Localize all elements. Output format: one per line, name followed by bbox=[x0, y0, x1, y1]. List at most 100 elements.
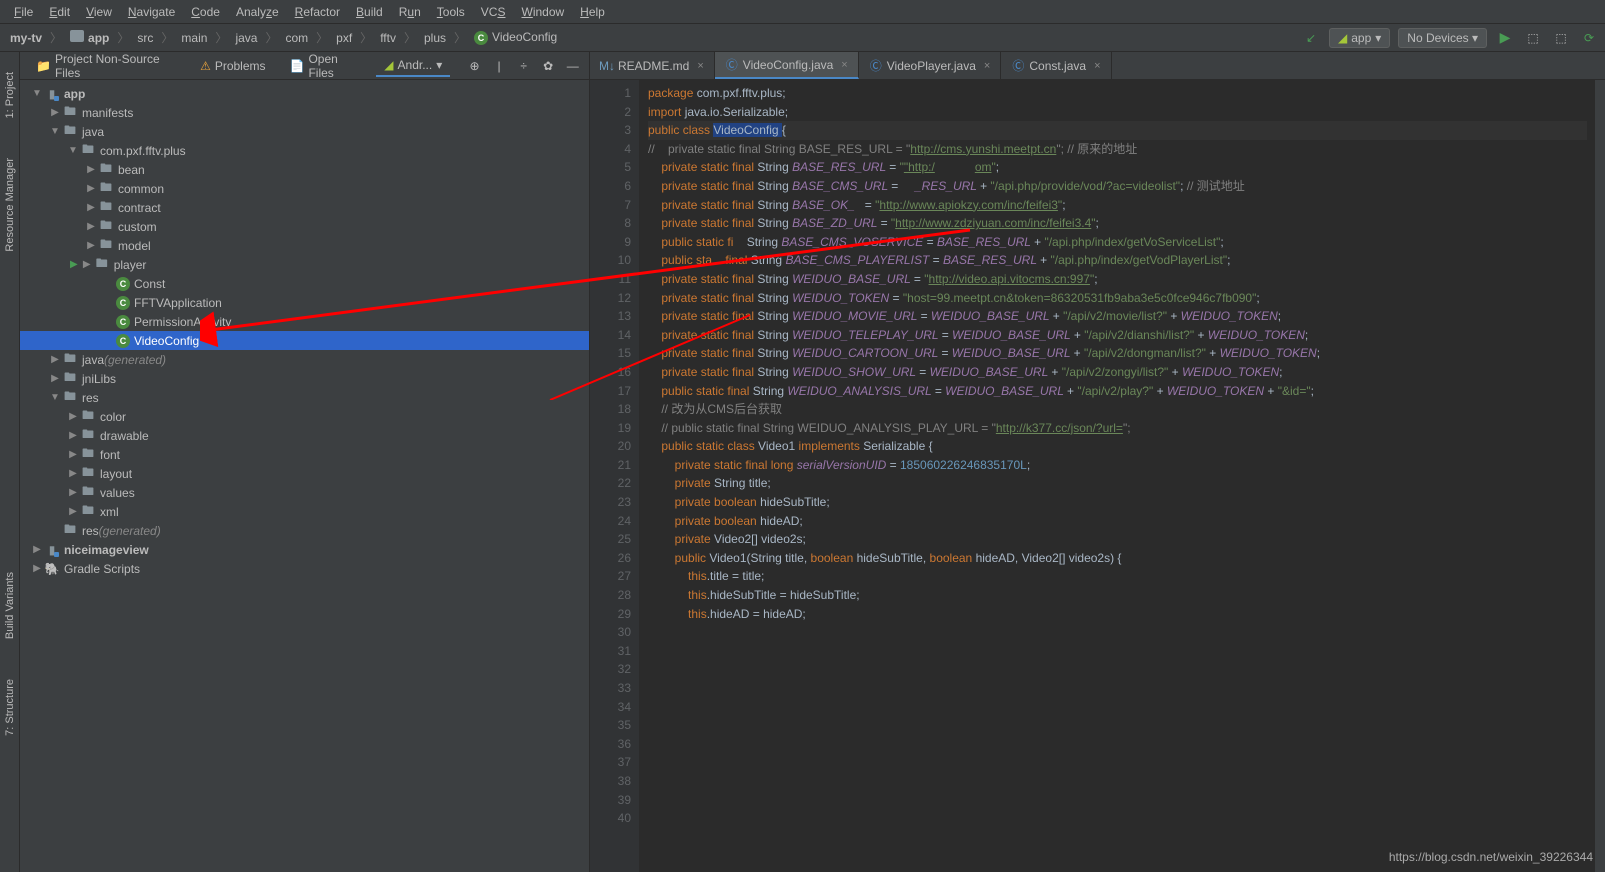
tab-non-source-files[interactable]: 📁Project Non-Source Files bbox=[28, 49, 184, 83]
tree-font[interactable]: ▶🖿font bbox=[20, 445, 589, 464]
tree-model[interactable]: ▶🖿model bbox=[20, 236, 589, 255]
menu-build[interactable]: Build bbox=[348, 3, 391, 21]
tab-open-files[interactable]: 📄Open Files bbox=[282, 49, 369, 83]
class-icon: C bbox=[116, 315, 130, 329]
line-number-gutter: 1234567891011121314151617181920212223242… bbox=[590, 80, 640, 872]
tree-gradle-scripts[interactable]: ▶🐘Gradle Scripts bbox=[20, 559, 589, 578]
menu-analyze[interactable]: Analyze bbox=[228, 3, 287, 21]
collapse-all-icon[interactable]: ÷ bbox=[515, 57, 532, 75]
package-icon: 🖿 bbox=[98, 238, 114, 254]
breadcrumb-main[interactable]: main bbox=[177, 29, 211, 47]
tree-player[interactable]: ▶▶🖿player bbox=[20, 255, 589, 274]
close-icon[interactable]: × bbox=[841, 59, 847, 71]
run-configuration-selector[interactable]: ◢app ▾ bbox=[1329, 28, 1390, 48]
package-icon: 🖿 bbox=[80, 447, 96, 463]
tree-permissionactivity[interactable]: CPermissionActivity bbox=[20, 312, 589, 331]
breadcrumb-fftv[interactable]: fftv bbox=[376, 29, 400, 47]
tab-android[interactable]: ◢Andr... ▾ bbox=[376, 55, 450, 77]
close-icon[interactable]: × bbox=[697, 60, 703, 72]
tree-app[interactable]: ▼▮app bbox=[20, 84, 589, 103]
breadcrumb-plus[interactable]: plus bbox=[420, 29, 450, 47]
android-icon: ◢ bbox=[1338, 31, 1347, 45]
tree-custom[interactable]: ▶🖿custom bbox=[20, 217, 589, 236]
tree-const[interactable]: CConst bbox=[20, 274, 589, 293]
folder-icon: 🖿 bbox=[62, 105, 78, 121]
tool-window-build-variants[interactable]: Build Variants bbox=[4, 572, 16, 639]
folder-icon: 🖿 bbox=[62, 124, 78, 140]
tree-common[interactable]: ▶🖿common bbox=[20, 179, 589, 198]
file-icon: 📄 bbox=[290, 59, 305, 73]
project-panel-header: 📁Project Non-Source Files ⚠Problems 📄Ope… bbox=[20, 52, 589, 80]
tree-niceimageview[interactable]: ▶▮niceimageview bbox=[20, 540, 589, 559]
watermark: https://blog.csdn.net/weixin_39226344 bbox=[1389, 850, 1593, 864]
tree-manifests[interactable]: ▶🖿manifests bbox=[20, 103, 589, 122]
tree-res-generated[interactable]: 🖿res (generated) bbox=[20, 521, 589, 540]
tree-contract[interactable]: ▶🖿contract bbox=[20, 198, 589, 217]
editor-tab-readme[interactable]: M↓README.md× bbox=[590, 52, 715, 79]
gradle-sync-icon[interactable]: ⟳ bbox=[1579, 28, 1599, 48]
folder-icon: 📁 bbox=[36, 59, 51, 73]
menu-navigate[interactable]: Navigate bbox=[120, 3, 183, 21]
sync-icon[interactable]: ↙ bbox=[1301, 28, 1321, 48]
editor-scrollbar[interactable] bbox=[1595, 80, 1605, 872]
menu-vcs[interactable]: VCS bbox=[473, 3, 514, 21]
tool-window-project[interactable]: 1: Project bbox=[4, 72, 16, 118]
breadcrumb-com[interactable]: com bbox=[281, 29, 312, 47]
tree-java-generated[interactable]: ▶🖿java (generated) bbox=[20, 350, 589, 369]
tree-xml[interactable]: ▶🖿xml bbox=[20, 502, 589, 521]
tree-bean[interactable]: ▶🖿bean bbox=[20, 160, 589, 179]
menu-window[interactable]: Window bbox=[513, 3, 572, 21]
editor-tab-const[interactable]: ⒸConst.java× bbox=[1001, 52, 1111, 79]
tree-values[interactable]: ▶🖿values bbox=[20, 483, 589, 502]
tree-drawable[interactable]: ▶🖿drawable bbox=[20, 426, 589, 445]
debug-button[interactable]: ⬚ bbox=[1523, 28, 1543, 48]
tree-java[interactable]: ▼🖿java bbox=[20, 122, 589, 141]
divider: | bbox=[491, 57, 508, 75]
breadcrumb: my-tv〉 app〉 src〉 main〉 java〉 com〉 pxf〉 f… bbox=[6, 28, 561, 47]
tree-res[interactable]: ▼🖿res bbox=[20, 388, 589, 407]
device-selector[interactable]: No Devices ▾ bbox=[1398, 28, 1487, 48]
tool-window-structure[interactable]: 7: Structure bbox=[4, 679, 16, 736]
menu-tools[interactable]: Tools bbox=[429, 3, 473, 21]
menu-edit[interactable]: Edit bbox=[41, 3, 78, 21]
close-icon[interactable]: × bbox=[1094, 60, 1100, 72]
package-icon: 🖿 bbox=[98, 219, 114, 235]
profile-button[interactable]: ⬚ bbox=[1551, 28, 1571, 48]
tree-jnilibs[interactable]: ▶🖿jniLibs bbox=[20, 369, 589, 388]
editor-tab-videoplayer[interactable]: ⒸVideoPlayer.java× bbox=[859, 52, 1002, 79]
close-icon[interactable]: × bbox=[984, 60, 990, 72]
editor-body[interactable]: 1234567891011121314151617181920212223242… bbox=[590, 80, 1605, 872]
menu-run[interactable]: Run bbox=[391, 3, 429, 21]
gradle-icon: 🐘 bbox=[44, 561, 60, 577]
select-opened-file-icon[interactable]: ⊕ bbox=[466, 57, 483, 75]
tab-problems[interactable]: ⚠Problems bbox=[192, 56, 273, 76]
breadcrumb-class[interactable]: CVideoConfig bbox=[470, 28, 561, 47]
editor-tab-videoconfig[interactable]: ⒸVideoConfig.java× bbox=[715, 52, 859, 79]
breadcrumb-app[interactable]: app bbox=[66, 28, 113, 47]
menu-refactor[interactable]: Refactor bbox=[287, 3, 348, 21]
tree-layout[interactable]: ▶🖿layout bbox=[20, 464, 589, 483]
breadcrumb-src[interactable]: src bbox=[133, 29, 157, 47]
breadcrumb-java[interactable]: java bbox=[231, 29, 261, 47]
editor-tabs: M↓README.md× ⒸVideoConfig.java× ⒸVideoPl… bbox=[590, 52, 1605, 80]
menu-help[interactable]: Help bbox=[572, 3, 613, 21]
tree-videoconfig[interactable]: CVideoConfig bbox=[20, 331, 589, 350]
hide-icon[interactable]: — bbox=[564, 57, 581, 75]
menu-file[interactable]: File bbox=[6, 3, 41, 21]
code-content[interactable]: package com.pxf.fftv.plus;import java.io… bbox=[640, 80, 1595, 872]
menu-view[interactable]: View bbox=[78, 3, 120, 21]
project-tree[interactable]: ▼▮app ▶🖿manifests ▼🖿java ▼🖿com.pxf.fftv.… bbox=[20, 80, 589, 872]
package-icon: 🖿 bbox=[80, 504, 96, 520]
run-button[interactable]: ▶ bbox=[1495, 28, 1515, 48]
tree-fftvapplication[interactable]: CFFTVApplication bbox=[20, 293, 589, 312]
breadcrumb-root[interactable]: my-tv bbox=[6, 29, 46, 47]
tree-color[interactable]: ▶🖿color bbox=[20, 407, 589, 426]
class-icon: C bbox=[116, 296, 130, 310]
tree-package[interactable]: ▼🖿com.pxf.fftv.plus bbox=[20, 141, 589, 160]
markdown-icon: M↓ bbox=[600, 59, 614, 73]
breadcrumb-pxf[interactable]: pxf bbox=[332, 29, 356, 47]
menu-code[interactable]: Code bbox=[183, 3, 228, 21]
settings-icon[interactable]: ✿ bbox=[540, 57, 557, 75]
navigation-bar: my-tv〉 app〉 src〉 main〉 java〉 com〉 pxf〉 f… bbox=[0, 24, 1605, 52]
tool-window-resource-manager[interactable]: Resource Manager bbox=[4, 158, 16, 252]
